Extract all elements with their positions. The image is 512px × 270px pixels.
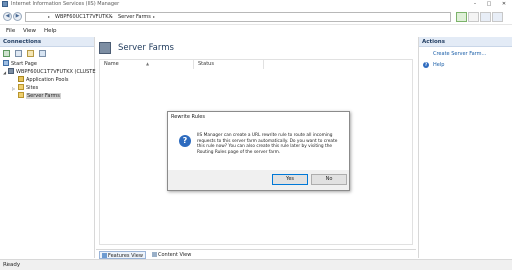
iis-app-icon: [2, 1, 8, 7]
menu-view[interactable]: View: [23, 28, 36, 34]
actions-header: Actions: [419, 37, 512, 47]
delete-connection-icon[interactable]: [39, 50, 46, 57]
column-header-status[interactable]: Status: [194, 60, 264, 69]
sort-ascending-icon: ▲: [146, 61, 150, 66]
tree-item-server[interactable]: WBPF60UC1T7VFUTKX (CLUSTE: [8, 68, 96, 76]
breadcrumb[interactable]: ▸ WBPF60UC1T7VFUTKX ▸ Server Farms ▸: [25, 12, 451, 22]
breadcrumb-separator-icon: ▸: [48, 14, 51, 19]
connect-icon[interactable]: [3, 50, 10, 57]
home-icon[interactable]: [480, 12, 491, 22]
app-pools-icon: [18, 76, 24, 82]
tree-item-start-page[interactable]: Start Page: [3, 60, 37, 68]
collapse-icon[interactable]: ◢: [3, 70, 6, 75]
dialog-footer: Yes No: [168, 170, 349, 190]
connections-header: Connections: [0, 37, 94, 47]
menu-file[interactable]: File: [6, 28, 15, 34]
address-bar: ◀ ▶ ▸ WBPF60UC1T7VFUTKX ▸ Server Farms ▸: [0, 9, 512, 25]
resize-grip-icon[interactable]: ⋰: [3, 262, 511, 269]
page-title: Server Farms: [118, 43, 174, 53]
create-server-farm-link[interactable]: Create Server Farm...: [433, 51, 486, 57]
server-icon: [8, 68, 14, 74]
server-farms-heading-icon: [99, 42, 111, 54]
sites-folder-icon: [18, 84, 24, 90]
dialog-body: ? IIS Manager can create a URL rewrite r…: [168, 123, 349, 170]
help-icon: ?: [423, 62, 429, 68]
breadcrumb-server-farms[interactable]: Server Farms: [118, 14, 151, 20]
forward-button[interactable]: ▶: [13, 12, 22, 21]
close-window-button[interactable]: ✕: [497, 0, 511, 9]
connections-toolbar: [0, 48, 94, 59]
window-title: Internet Information Services (IIS) Mana…: [11, 1, 120, 7]
tab-features-view[interactable]: Features View: [99, 251, 146, 259]
question-icon: ?: [179, 135, 191, 147]
start-page-icon: [3, 60, 9, 66]
maximize-button[interactable]: □: [482, 0, 496, 9]
minimize-button[interactable]: –: [468, 0, 482, 9]
save-icon[interactable]: [15, 50, 22, 57]
breadcrumb-separator-icon: ▸: [153, 14, 156, 19]
expand-icon[interactable]: ▷: [12, 86, 15, 91]
tree-item-server-farms[interactable]: Server Farms: [18, 92, 61, 100]
menu-help[interactable]: Help: [44, 28, 57, 34]
rewrite-rules-dialog: Rewrite Rules ? IIS Manager can create a…: [167, 111, 350, 191]
tree-item-sites[interactable]: Sites: [18, 84, 38, 92]
features-view-icon: [102, 253, 107, 258]
dialog-message: IIS Manager can create a URL rewrite rul…: [197, 133, 338, 155]
status-bar: Ready ⋰: [0, 259, 512, 270]
title-bar: Internet Information Services (IIS) Mana…: [0, 0, 512, 9]
breadcrumb-separator-icon: ▸: [111, 14, 114, 19]
no-button[interactable]: No: [311, 174, 347, 185]
refresh-icon[interactable]: [456, 12, 467, 22]
dialog-title: Rewrite Rules: [168, 112, 349, 123]
view-tabs: Features View Content View: [96, 249, 416, 259]
help-dropdown-icon[interactable]: [492, 12, 503, 22]
content-view-icon: [152, 252, 157, 257]
breadcrumb-server[interactable]: WBPF60UC1T7VFUTKX: [55, 14, 112, 20]
yes-button[interactable]: Yes: [272, 174, 308, 185]
tab-content-view[interactable]: Content View: [150, 251, 193, 259]
up-level-icon[interactable]: [27, 50, 34, 57]
back-button[interactable]: ◀: [3, 12, 12, 21]
stop-icon[interactable]: [468, 12, 479, 22]
help-link[interactable]: Help: [433, 62, 444, 68]
menu-bar: File View Help: [0, 26, 512, 36]
actions-pane: Actions Create Server Farm... ? Help: [418, 37, 512, 258]
server-farms-icon: [18, 92, 24, 98]
connections-pane: Connections Start Page ◢ WBPF60UC1T7VFUT…: [0, 37, 96, 258]
tree-item-application-pools[interactable]: Application Pools: [18, 76, 68, 84]
column-header-name[interactable]: Name ▲: [100, 60, 194, 69]
